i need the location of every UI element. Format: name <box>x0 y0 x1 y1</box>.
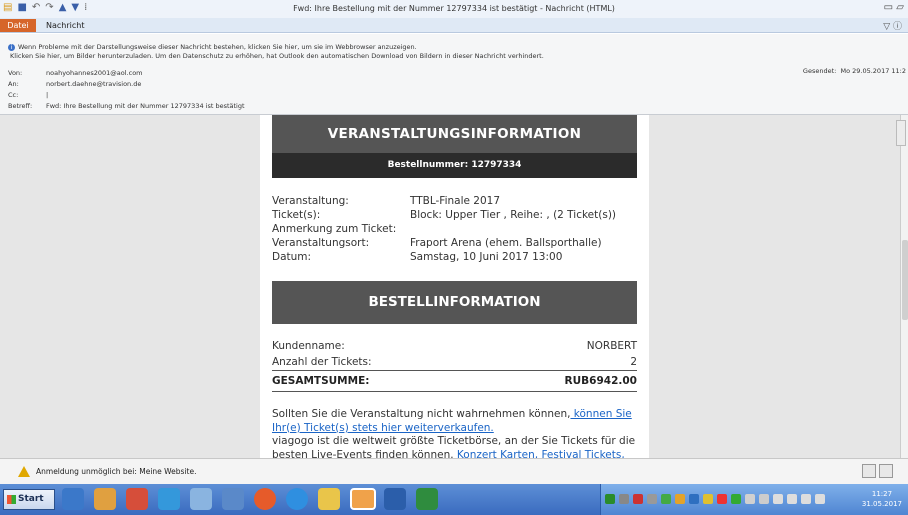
tray-icon[interactable] <box>647 494 657 504</box>
from-row: Von: noahyohannes2001@aol.com <box>8 69 143 77</box>
cc-value[interactable]: | <box>46 91 48 99</box>
start-label: Start <box>18 494 44 504</box>
sent-label: Gesendet: <box>802 67 837 75</box>
scrollbar-thumb[interactable] <box>902 240 908 320</box>
tray-icon[interactable] <box>605 494 615 504</box>
tray-icon[interactable] <box>703 494 713 504</box>
taskbar: Start 11:27 31.05.2017 <box>0 484 908 515</box>
window-titlebar: ▤ ■ ↶ ↷ ▲ ▼ ⁞ Fwd: Ihre Bestellung mit d… <box>0 0 908 18</box>
divider <box>272 370 637 371</box>
tray-icon[interactable] <box>633 494 643 504</box>
event-row-label: Datum: <box>272 251 312 263</box>
resell-text: Sollten Sie die Veranstaltung nicht wahr… <box>272 408 571 420</box>
tray-icon[interactable] <box>661 494 671 504</box>
chrome-icon[interactable] <box>254 488 276 510</box>
window-title: Fwd: Ihre Bestellung mit der Nummer 1279… <box>293 4 615 13</box>
windows-flag-icon <box>7 495 16 504</box>
notification-text: Anmeldung unmöglich bei: Meine Website. <box>36 467 197 476</box>
divider <box>272 391 637 392</box>
event-row-value: Block: Upper Tier , Reihe: , (2 Ticket(s… <box>410 209 617 221</box>
info-line-1[interactable]: Wenn Probleme mit der Darstellungsweise … <box>18 43 417 51</box>
info-icon: i <box>8 43 15 51</box>
order-info-header: BESTELLINFORMATION <box>272 281 637 324</box>
message-body[interactable]: VERANSTALTUNGSINFORMATION Bestellnummer:… <box>0 115 908 458</box>
tray-icon[interactable] <box>619 494 629 504</box>
event-info-header: VERANSTALTUNGSINFORMATION <box>272 115 637 153</box>
from-value[interactable]: noahyohannes2001@aol.com <box>46 69 143 77</box>
event-row-label: Veranstaltung: <box>272 195 349 207</box>
outlook-taskbar-icon[interactable] <box>350 488 376 510</box>
info-bar[interactable]: i Wenn Probleme mit der Darstellungsweise… <box>8 43 544 61</box>
people-pane-icon[interactable] <box>879 464 893 478</box>
to-value[interactable]: norbert.daehne@travision.de <box>46 80 141 88</box>
subject-row: Betreff: Fwd: Ihre Bestellung mit der Num… <box>8 102 245 110</box>
event-row-label: Anmerkung zum Ticket: <box>272 223 397 235</box>
tickets-count-value: 2 <box>630 356 637 368</box>
sent-value: Mo 29.05.2017 11:2 <box>840 67 906 75</box>
taskbar-app-icon[interactable] <box>190 488 212 510</box>
ie-icon[interactable] <box>286 488 308 510</box>
message-header: i Wenn Probleme mit der Darstellungsweise… <box>0 34 908 115</box>
ribbon-expand-icon[interactable]: ▽ ⓘ <box>883 19 902 32</box>
subject-label: Betreff: <box>8 102 33 110</box>
email-content: VERANSTALTUNGSINFORMATION Bestellnummer:… <box>260 115 649 458</box>
people-pane-icon[interactable] <box>862 464 876 478</box>
resell-paragraph: Sollten Sie die Veranstaltung nicht wahr… <box>272 408 637 458</box>
event-row-value: TTBL-Finale 2017 <box>410 195 501 207</box>
total-label: GESAMTSUMME: <box>272 375 370 387</box>
network-icon[interactable] <box>773 494 783 504</box>
subject-value: Fwd: Ihre Bestellung mit der Nummer 1279… <box>46 102 245 110</box>
flag-icon[interactable] <box>787 494 797 504</box>
taskbar-app-icon[interactable] <box>222 488 244 510</box>
notification-bar: Anmeldung unmöglich bei: Meine Website. <box>0 458 908 484</box>
excel-icon[interactable] <box>416 488 438 510</box>
warning-icon <box>18 466 30 477</box>
speaker-icon[interactable] <box>759 494 769 504</box>
total-value: RUB6942.00 <box>564 375 637 387</box>
tray-icon[interactable] <box>745 494 755 504</box>
customer-label: Kundenname: <box>272 340 345 352</box>
side-panel-tab[interactable] <box>896 120 906 146</box>
folder-icon[interactable] <box>318 488 340 510</box>
to-row: An: norbert.daehne@travision.de <box>8 80 141 88</box>
system-tray: 11:27 31.05.2017 <box>600 484 908 515</box>
clock-date: 31.05.2017 <box>861 500 902 508</box>
taskbar-app-icon[interactable] <box>94 488 116 510</box>
info-line-2[interactable]: Klicken Sie hier, um Bilder herunterzula… <box>10 52 544 60</box>
clock-time: 11:27 <box>871 490 893 498</box>
tickets-count-label: Anzahl der Tickets: <box>272 356 372 368</box>
from-label: Von: <box>8 69 23 77</box>
window-controls[interactable]: ▭ ▱ <box>884 2 904 13</box>
ribbon-tabs: Datei Nachricht ▽ ⓘ <box>0 18 908 33</box>
customer-value: NORBERT <box>586 340 637 352</box>
tray-icon[interactable] <box>731 494 741 504</box>
taskbar-app-icon[interactable] <box>158 488 180 510</box>
event-row-label: Veranstaltungsort: <box>272 237 370 249</box>
start-button[interactable]: Start <box>3 489 55 510</box>
cc-label: Cc: <box>8 91 19 99</box>
event-row-value: Samstag, 10 Juni 2017 13:00 <box>410 251 563 263</box>
tray-icon[interactable] <box>675 494 685 504</box>
event-row-label: Ticket(s): <box>272 209 321 221</box>
tray-icon[interactable] <box>689 494 699 504</box>
order-number: Bestellnummer: 12797334 <box>272 153 637 178</box>
vertical-scrollbar[interactable] <box>900 115 908 458</box>
tab-message[interactable]: Nachricht <box>46 19 84 32</box>
tray-icon[interactable] <box>801 494 811 504</box>
clock[interactable]: 11:27 31.05.2017 <box>862 489 902 509</box>
tab-file[interactable]: Datei <box>0 19 36 32</box>
tray-icon[interactable] <box>815 494 825 504</box>
cc-row: Cc: | <box>8 91 48 99</box>
taskbar-app-icon[interactable] <box>126 488 148 510</box>
event-row-value: Fraport Arena (ehem. Ballsporthalle) <box>410 237 602 249</box>
word-icon[interactable] <box>384 488 406 510</box>
tray-icon[interactable] <box>717 494 727 504</box>
taskbar-app-icon[interactable] <box>62 488 84 510</box>
to-label: An: <box>8 80 19 88</box>
sent-info: Gesendet: Mo 29.05.2017 11:2 <box>803 67 906 75</box>
